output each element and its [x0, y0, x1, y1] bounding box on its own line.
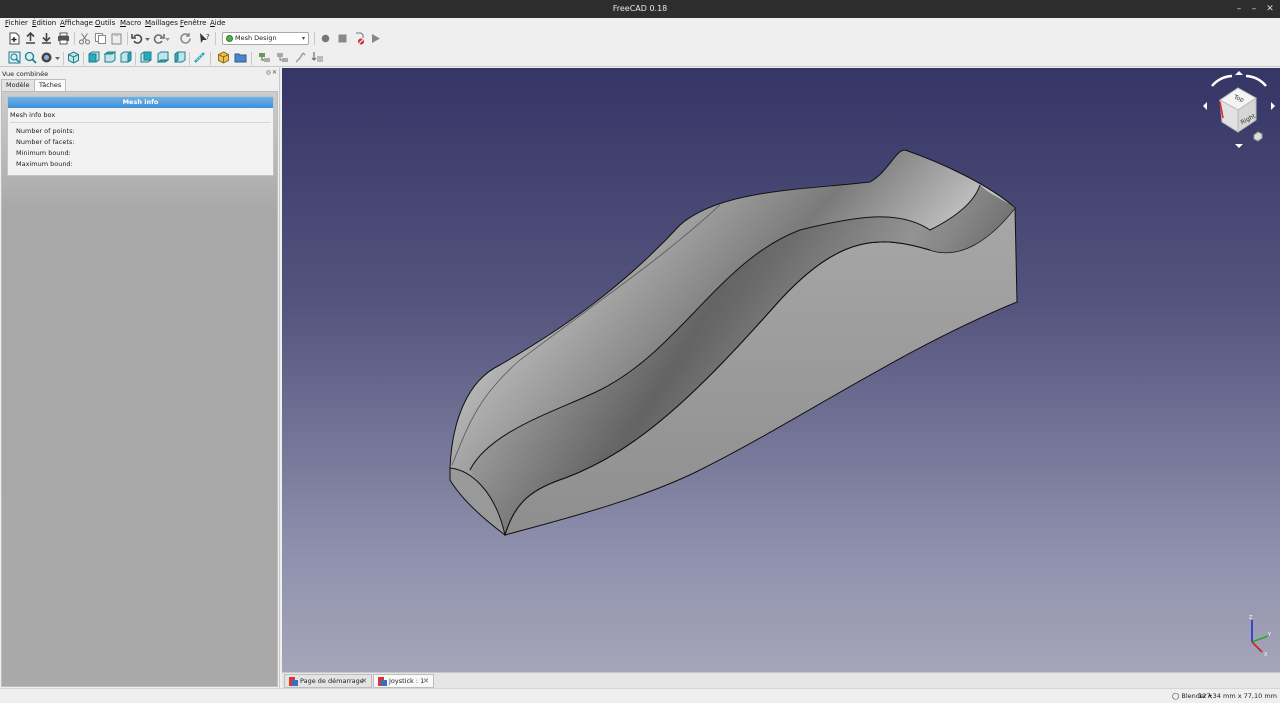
view-menu-cube-icon[interactable]	[1253, 131, 1263, 142]
rotate-cw-arrow-icon[interactable]	[1245, 74, 1267, 87]
copy-icon[interactable]	[94, 32, 107, 45]
task-panel: Mesh info Mesh info box Number of points…	[1, 91, 278, 687]
paste-icon[interactable]	[110, 32, 123, 45]
close-panel-icon[interactable]: ✕	[272, 69, 277, 76]
combo-view-panel: Vue combinée ◎ ✕ Modèle Tâches Mesh info…	[0, 68, 280, 688]
axis-z-label: Z	[1249, 615, 1253, 621]
menu-fenetre[interactable]: Fenêtre	[180, 19, 206, 27]
view-front-icon[interactable]	[87, 51, 100, 64]
mesh-info-fields: Number of points: Number of facets: Mini…	[10, 122, 271, 173]
close-tab-icon[interactable]: ✕	[423, 675, 429, 687]
menu-maillages[interactable]: Maillages	[145, 19, 178, 27]
combo-view-title: Vue combinée	[2, 70, 49, 78]
main-toolbar: ? Mesh Design ▾	[0, 29, 1280, 49]
link-make-icon[interactable]	[258, 51, 271, 64]
nav-right-arrow-icon[interactable]	[1271, 102, 1275, 110]
link-import-icon[interactable]	[311, 51, 324, 64]
tab-label: Page de démarrage	[300, 677, 364, 685]
view-isometric-icon[interactable]	[67, 51, 80, 64]
menu-aide[interactable]: Aide	[210, 19, 226, 27]
workbench-label: Mesh Design	[235, 34, 277, 42]
menu-macro[interactable]: Macro	[120, 19, 141, 27]
workbench-selector[interactable]: Mesh Design ▾	[222, 32, 309, 45]
document-tabs: Page de démarrage ✕ Joystick : 1 ✕	[282, 672, 1280, 688]
draw-style-icon[interactable]	[40, 51, 53, 64]
open-icon[interactable]	[24, 32, 37, 45]
create-part-icon[interactable]	[217, 51, 230, 64]
menu-fichier[interactable]: Fichier	[5, 19, 28, 27]
nav-down-arrow-icon[interactable]	[1235, 144, 1243, 148]
maximize-button[interactable]: –	[1247, 2, 1261, 16]
maximum-bound-label: Maximum bound:	[16, 160, 73, 168]
3d-viewport[interactable]	[282, 68, 1280, 672]
rotate-ccw-arrow-icon[interactable]	[1211, 74, 1233, 87]
draw-style-dropdown-icon[interactable]	[54, 52, 61, 65]
float-panel-icon[interactable]: ◎	[266, 69, 271, 76]
view-dimensions: 127,34 mm x 77,10 mm	[1198, 692, 1277, 700]
chevron-down-icon: ▾	[301, 35, 305, 42]
axis-indicator: Z Y X	[1249, 615, 1272, 658]
print-icon[interactable]	[57, 32, 70, 45]
close-window-button[interactable]: ✕	[1263, 2, 1277, 16]
nav-up-arrow-icon[interactable]	[1235, 71, 1243, 75]
mesh-info-box-title: Mesh info box	[10, 111, 56, 119]
menu-outils[interactable]: Outils	[95, 19, 115, 27]
menu-bar: Fichier Édition Affichage Outils Macro M…	[0, 18, 1280, 29]
link-replace-icon[interactable]	[294, 51, 307, 64]
mesh-model[interactable]	[282, 68, 1280, 672]
number-of-facets-label: Number of facets:	[16, 138, 75, 146]
minimize-button[interactable]: –	[1232, 2, 1246, 16]
mouse-icon: ◯	[1172, 692, 1180, 700]
view-rear-icon[interactable]	[139, 51, 152, 64]
link-relative-icon[interactable]	[276, 51, 289, 64]
macro-record-icon[interactable]	[319, 32, 332, 45]
status-bar: ◯ Blender ▾ 127,34 mm x 77,10 mm	[0, 688, 1280, 703]
minimum-bound-label: Minimum bound:	[16, 149, 71, 157]
undo-icon[interactable]	[131, 32, 144, 45]
whats-this-icon[interactable]: ?	[198, 32, 211, 45]
nav-left-arrow-icon[interactable]	[1203, 102, 1207, 110]
number-of-points-label: Number of points:	[16, 127, 75, 135]
workbench-icon	[226, 35, 233, 42]
menu-edition[interactable]: Édition	[32, 19, 56, 27]
view-bottom-icon[interactable]	[156, 51, 169, 64]
view-left-icon[interactable]	[173, 51, 186, 64]
tab-page-de-demarrage[interactable]: Page de démarrage ✕	[284, 674, 372, 688]
tab-taches[interactable]: Tâches	[34, 79, 67, 91]
menu-affichage[interactable]: Affichage	[60, 19, 93, 27]
freecad-icon	[289, 677, 298, 686]
window-title: FreeCAD 0.18	[612, 4, 668, 13]
refresh-icon[interactable]	[179, 32, 192, 45]
view-top-icon[interactable]	[103, 51, 116, 64]
create-group-icon[interactable]	[234, 51, 247, 64]
cut-icon[interactable]	[78, 32, 91, 45]
axis-x-label: X	[1264, 652, 1268, 658]
tab-label: Joystick : 1	[389, 677, 425, 685]
new-document-icon[interactable]	[8, 32, 21, 45]
undo-dropdown-icon[interactable]	[144, 33, 151, 46]
close-tab-icon[interactable]: ✕	[361, 675, 367, 687]
redo-dropdown-icon[interactable]	[164, 33, 171, 46]
macro-play-icon[interactable]	[369, 32, 382, 45]
axis-y-label: Y	[1267, 632, 1272, 638]
macro-edit-icon[interactable]	[353, 32, 366, 45]
svg-text:?: ?	[206, 33, 210, 41]
fit-selection-icon[interactable]	[24, 51, 37, 64]
tab-modele[interactable]: Modèle	[1, 79, 35, 91]
navigation-cube[interactable]: Top Right	[1198, 70, 1280, 150]
title-bar: FreeCAD 0.18 – – ✕	[0, 0, 1280, 18]
mesh-info-header: Mesh info	[8, 97, 273, 108]
tab-joystick[interactable]: Joystick : 1 ✕	[373, 674, 434, 688]
measure-distance-icon[interactable]	[193, 51, 206, 64]
save-icon[interactable]	[40, 32, 53, 45]
view-toolbar	[0, 49, 1280, 67]
freecad-icon	[378, 677, 387, 686]
view-right-icon[interactable]	[119, 51, 132, 64]
mesh-info-box: Mesh info Mesh info box Number of points…	[7, 96, 274, 176]
fit-all-icon[interactable]	[8, 51, 21, 64]
macro-stop-icon[interactable]	[336, 32, 349, 45]
